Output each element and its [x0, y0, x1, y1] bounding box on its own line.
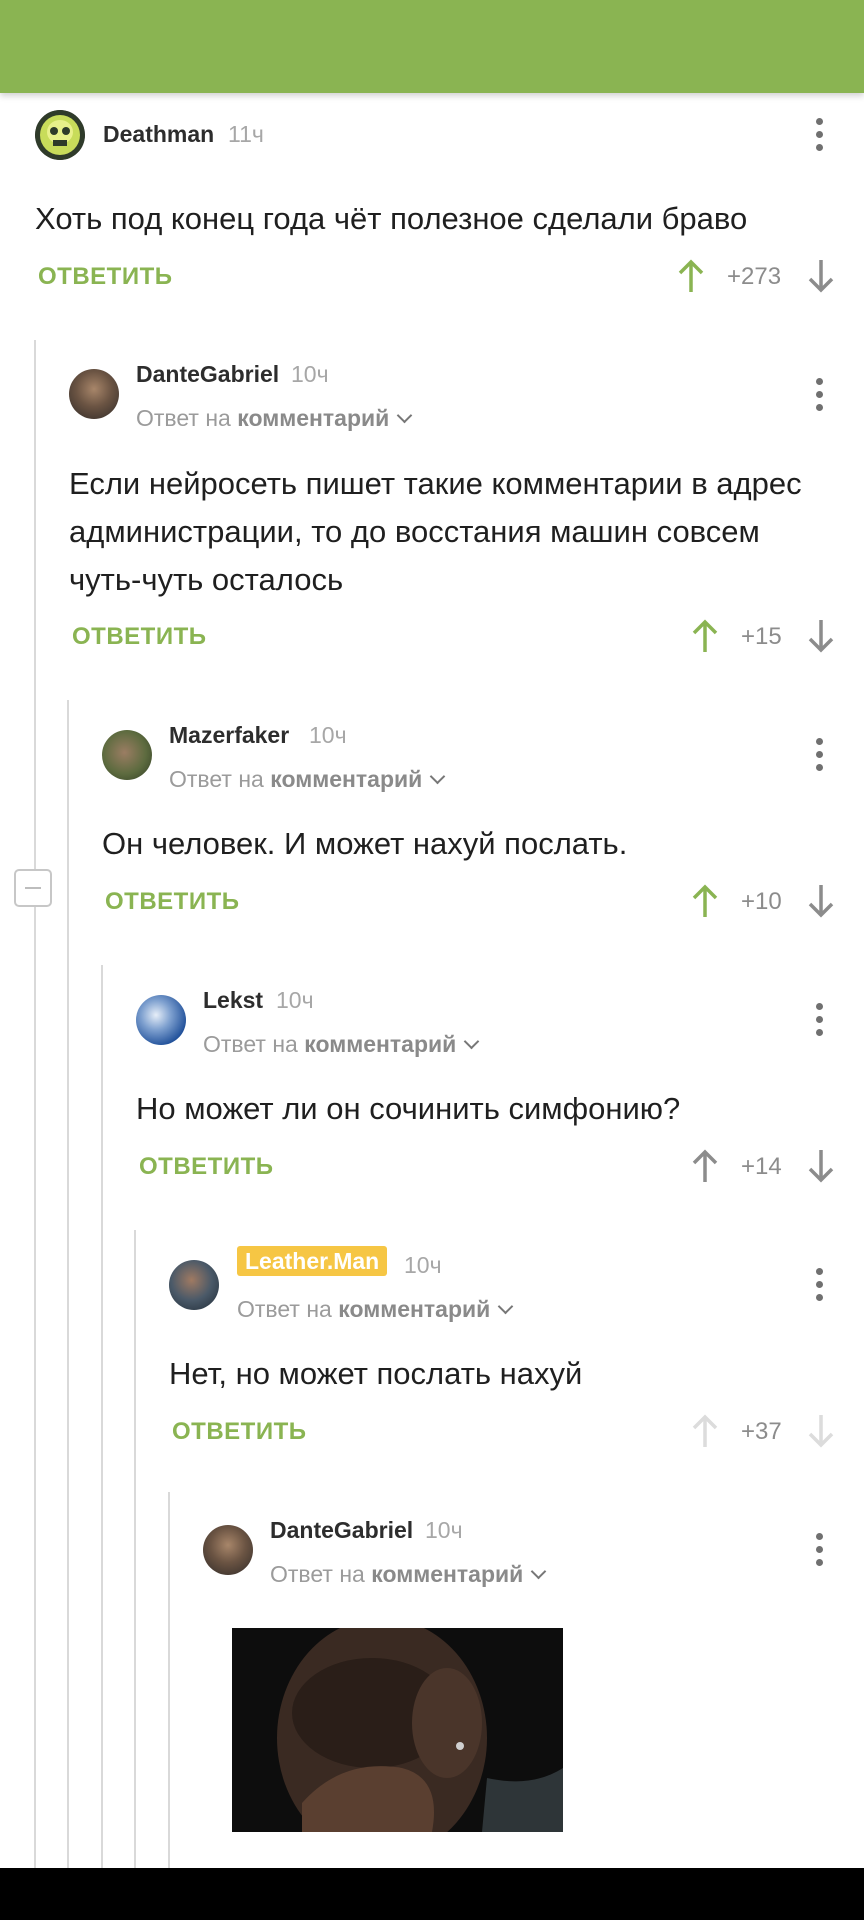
- comment-text: Он человек. И может нахуй послать.: [102, 826, 628, 861]
- reply-button[interactable]: ОТВЕТИТЬ: [105, 888, 240, 916]
- timestamp: 10ч: [291, 361, 329, 387]
- upvote-icon[interactable]: [690, 618, 720, 654]
- username[interactable]: DanteGabriel: [136, 361, 279, 388]
- username[interactable]: Lekst: [203, 987, 263, 1014]
- avatar[interactable]: [69, 369, 119, 419]
- reply-to-link[interactable]: Ответ на комментарий: [136, 405, 413, 432]
- reply-to-label: Ответ на: [203, 1031, 298, 1057]
- avatar[interactable]: [102, 730, 152, 780]
- avatar[interactable]: [35, 110, 85, 160]
- reply-to-link[interactable]: Ответ на комментарий: [270, 1561, 547, 1588]
- upvote-icon[interactable]: [690, 1413, 720, 1449]
- timestamp: 11ч: [228, 121, 264, 147]
- system-navigation-bar: [0, 1868, 864, 1920]
- reply-button[interactable]: ОТВЕТИТЬ: [38, 263, 173, 291]
- reply-to-target[interactable]: комментарий: [270, 766, 422, 792]
- reply-to-target[interactable]: комментарий: [338, 1296, 490, 1322]
- avatar[interactable]: [203, 1525, 253, 1575]
- vote-score: +273: [727, 263, 782, 290]
- more-options-icon[interactable]: [816, 118, 826, 152]
- comment-text: Если нейросеть пишет такие комментарии в…: [69, 466, 802, 597]
- more-options-icon[interactable]: [816, 1003, 826, 1037]
- reply-to-label: Ответ на: [136, 405, 231, 431]
- chevron-down-icon[interactable]: [498, 1298, 514, 1315]
- username[interactable]: DanteGabriel: [270, 1517, 413, 1544]
- thread-line: [134, 1230, 136, 1868]
- chevron-down-icon[interactable]: [464, 1033, 480, 1050]
- collapse-thread-button[interactable]: [14, 869, 52, 907]
- gif-image: [232, 1628, 563, 1832]
- upvote-icon[interactable]: [690, 883, 720, 919]
- reply-to-link[interactable]: Ответ на комментарий: [169, 766, 446, 793]
- chevron-down-icon[interactable]: [531, 1563, 547, 1580]
- chevron-down-icon[interactable]: [397, 407, 413, 424]
- vote-score: +37: [741, 1418, 782, 1445]
- facepalm-gif[interactable]: [232, 1628, 563, 1832]
- vote-score: +14: [741, 1153, 782, 1180]
- more-options-icon[interactable]: [816, 1268, 826, 1302]
- upvote-icon[interactable]: [690, 1148, 720, 1184]
- more-options-icon[interactable]: [816, 738, 826, 772]
- upvote-icon[interactable]: [676, 258, 706, 294]
- avatar[interactable]: [136, 995, 186, 1045]
- avatar[interactable]: [169, 1260, 219, 1310]
- reply-to-target[interactable]: комментарий: [304, 1031, 456, 1057]
- skull-icon: [35, 110, 85, 160]
- reply-to-label: Ответ на: [169, 766, 264, 792]
- comment-text: Но может ли он сочинить симфонию?: [136, 1091, 681, 1126]
- username[interactable]: Leather.Man: [237, 1246, 388, 1276]
- downvote-icon[interactable]: [806, 883, 836, 919]
- reply-to-label: Ответ на: [270, 1561, 365, 1587]
- reply-to-link[interactable]: Ответ на комментарий: [203, 1031, 480, 1058]
- downvote-icon[interactable]: [806, 1413, 836, 1449]
- thread-line: [67, 700, 69, 1868]
- username[interactable]: Deathman: [103, 121, 214, 148]
- downvote-icon[interactable]: [806, 1148, 836, 1184]
- app-header: [0, 0, 864, 93]
- reply-to-label: Ответ на: [237, 1296, 332, 1322]
- downvote-icon[interactable]: [806, 258, 836, 294]
- timestamp: 10ч: [276, 987, 314, 1013]
- comment-text: Хоть под конец года чёт полезное сделали…: [35, 201, 748, 236]
- timestamp: 10ч: [309, 722, 347, 748]
- comment-text: Нет, но может послать нахуй: [169, 1356, 583, 1391]
- more-options-icon[interactable]: [816, 1533, 826, 1567]
- reply-button[interactable]: ОТВЕТИТЬ: [72, 623, 207, 651]
- username-badge[interactable]: Leather.Man: [237, 1246, 388, 1276]
- thread-line: [101, 965, 103, 1868]
- vote-score: +10: [741, 888, 782, 915]
- thread-line: [168, 1492, 170, 1868]
- more-options-icon[interactable]: [816, 378, 826, 412]
- downvote-icon[interactable]: [806, 618, 836, 654]
- reply-button[interactable]: ОТВЕТИТЬ: [172, 1418, 307, 1446]
- username[interactable]: Mazerfaker: [169, 722, 289, 749]
- reply-to-target[interactable]: комментарий: [237, 405, 389, 431]
- reply-to-link[interactable]: Ответ на комментарий: [237, 1296, 514, 1323]
- timestamp: 10ч: [404, 1252, 442, 1278]
- reply-button[interactable]: ОТВЕТИТЬ: [139, 1153, 274, 1181]
- chevron-down-icon[interactable]: [430, 768, 446, 785]
- timestamp: 10ч: [425, 1517, 463, 1543]
- reply-to-target[interactable]: комментарий: [371, 1561, 523, 1587]
- thread-line: [34, 340, 36, 1868]
- vote-score: +15: [741, 623, 782, 650]
